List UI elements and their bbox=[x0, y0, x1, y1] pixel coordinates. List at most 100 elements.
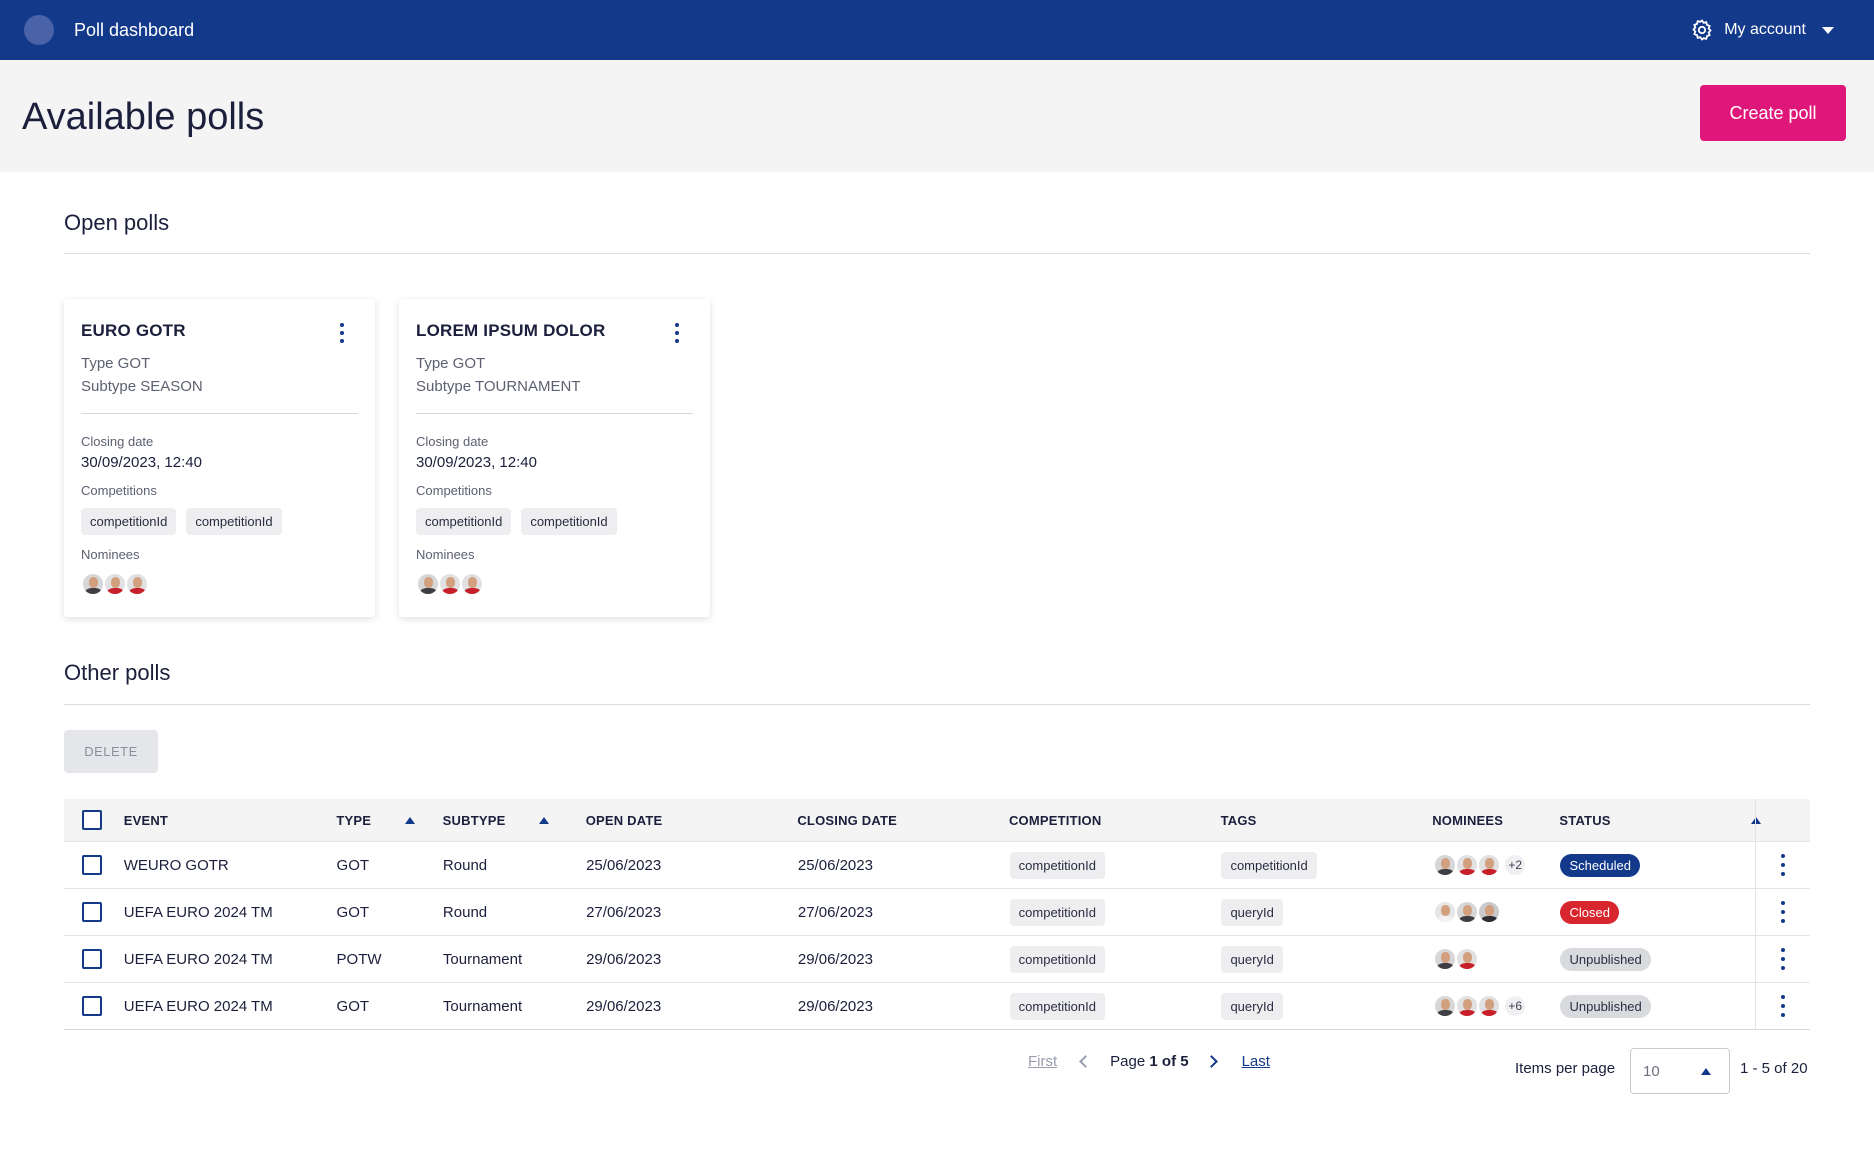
player-avatar-icon bbox=[1433, 900, 1458, 924]
more-options-icon[interactable] bbox=[1778, 901, 1788, 923]
other-polls-title: Other polls bbox=[64, 660, 171, 685]
column-header-subtype: SUBTYPE bbox=[442, 812, 506, 828]
row-checkbox[interactable] bbox=[82, 949, 102, 969]
page-title: Available polls bbox=[22, 96, 265, 138]
player-avatar-icon bbox=[1477, 853, 1502, 877]
poll-card[interactable]: LOREM IPSUM DOLOR Type GOT Subtype TOURN… bbox=[399, 299, 710, 617]
tag-chip: queryId bbox=[1221, 992, 1283, 1020]
table-row[interactable]: WEURO GOTR GOT Round 25/06/2023 25/06/20… bbox=[64, 841, 1810, 888]
tag-chip: competitionId bbox=[1221, 851, 1317, 879]
column-header-type: TYPE bbox=[336, 812, 372, 828]
competition-chip: competitionId bbox=[1009, 992, 1105, 1020]
row-subtype: Tournament bbox=[442, 950, 523, 968]
tag-chip: queryId bbox=[1221, 945, 1283, 973]
pagination: First Page 1 of 5 Last bbox=[1028, 1053, 1270, 1070]
competition-chip: competitionId bbox=[186, 508, 282, 535]
row-type: GOT bbox=[336, 997, 370, 1015]
table-row[interactable]: UEFA EURO 2024 TM POTW Tournament 29/06/… bbox=[64, 935, 1810, 982]
nominee-avatars: +2 bbox=[1433, 853, 1528, 877]
column-header-open-date: OPEN DATE bbox=[585, 812, 663, 828]
player-avatar-icon bbox=[1455, 947, 1480, 971]
competitions-label: Competitions bbox=[416, 483, 492, 498]
player-avatar-icon bbox=[438, 572, 462, 596]
poll-card-type: Type GOT bbox=[416, 355, 486, 372]
player-avatar-icon bbox=[416, 572, 440, 596]
row-checkbox[interactable] bbox=[82, 855, 102, 875]
row-closing-date: 29/06/2023 bbox=[797, 950, 873, 968]
row-checkbox[interactable] bbox=[82, 996, 102, 1016]
row-closing-date: 29/06/2023 bbox=[797, 997, 873, 1015]
last-page-link[interactable]: Last bbox=[1242, 1053, 1270, 1070]
table-row[interactable]: UEFA EURO 2024 TM GOT Round 27/06/2023 2… bbox=[64, 888, 1810, 935]
closing-date-value: 30/09/2023, 12:40 bbox=[416, 454, 537, 471]
competition-chip: competitionId bbox=[1009, 898, 1105, 926]
my-account-menu[interactable]: My account bbox=[1690, 0, 1834, 60]
chevron-left-icon[interactable] bbox=[1079, 1055, 1093, 1068]
more-options-icon[interactable] bbox=[672, 321, 682, 345]
chevron-up-icon bbox=[1701, 1068, 1711, 1075]
nominees-label: Nominees bbox=[81, 547, 140, 562]
chevron-down-icon bbox=[1822, 26, 1834, 34]
competition-chip: competitionId bbox=[81, 508, 177, 535]
competition-chip: competitionId bbox=[416, 508, 512, 535]
sort-ascending-icon[interactable] bbox=[405, 816, 416, 824]
nominees-more-count: +2 bbox=[1503, 853, 1528, 877]
results-range: 1 - 5 of 20 bbox=[1740, 1060, 1808, 1077]
row-closing-date: 25/06/2023 bbox=[797, 856, 873, 874]
card-divider bbox=[416, 413, 693, 414]
more-options-icon[interactable] bbox=[337, 321, 347, 345]
sort-ascending-icon[interactable] bbox=[539, 816, 550, 824]
select-all-checkbox[interactable] bbox=[82, 810, 102, 830]
more-options-icon[interactable] bbox=[1778, 948, 1788, 970]
row-open-date: 25/06/2023 bbox=[586, 856, 662, 874]
player-avatar-icon bbox=[1477, 994, 1502, 1018]
items-per-page-select[interactable]: 10 bbox=[1630, 1048, 1730, 1094]
nominee-avatars bbox=[416, 572, 693, 596]
table-row[interactable]: UEFA EURO 2024 TM GOT Tournament 29/06/2… bbox=[64, 982, 1810, 1029]
poll-card[interactable]: EURO GOTR Type GOT Subtype SEASON Closin… bbox=[64, 299, 375, 617]
page-current: 1 bbox=[1149, 1053, 1158, 1070]
page-prefix: Page bbox=[1110, 1053, 1146, 1070]
nominee-avatars bbox=[1433, 900, 1502, 924]
more-options-icon[interactable] bbox=[1778, 854, 1788, 876]
player-avatar-icon bbox=[1477, 900, 1502, 924]
player-avatar-icon bbox=[1433, 947, 1458, 971]
section-divider bbox=[64, 253, 1810, 254]
poll-card-subtype: Subtype SEASON bbox=[81, 378, 203, 395]
delete-button[interactable]: DELETE bbox=[64, 730, 158, 773]
competitions-label: Competitions bbox=[81, 483, 157, 498]
column-header-nominees: NOMINEES bbox=[1432, 812, 1504, 828]
create-poll-button[interactable]: Create poll bbox=[1700, 85, 1846, 141]
my-account-label: My account bbox=[1724, 21, 1806, 38]
table-header: EVENT TYPE SUBTYPE OPEN DATE CLOSING DAT… bbox=[64, 799, 1810, 841]
top-navigation-bar: Poll dashboard My account bbox=[0, 0, 1874, 60]
row-event: UEFA EURO 2024 TM bbox=[123, 950, 273, 968]
items-per-page-value: 10 bbox=[1643, 1062, 1660, 1080]
nominees-more-count: +6 bbox=[1503, 994, 1528, 1018]
row-type: POTW bbox=[336, 950, 382, 968]
status-badge: Unpublished bbox=[1560, 947, 1651, 971]
row-checkbox[interactable] bbox=[82, 902, 102, 922]
player-avatar-icon bbox=[460, 572, 484, 596]
app-logo-icon[interactable] bbox=[24, 15, 54, 45]
column-header-competition: COMPETITION bbox=[1008, 812, 1102, 828]
poll-card-type: Type GOT bbox=[81, 355, 151, 372]
page-of: of bbox=[1161, 1053, 1177, 1070]
row-closing-date: 27/06/2023 bbox=[797, 903, 873, 921]
row-type: GOT bbox=[336, 903, 370, 921]
chevron-right-icon[interactable] bbox=[1204, 1055, 1218, 1068]
competition-chip: competitionId bbox=[521, 508, 617, 535]
more-options-icon[interactable] bbox=[1778, 995, 1788, 1017]
closing-date-value: 30/09/2023, 12:40 bbox=[81, 454, 202, 471]
first-page-link[interactable]: First bbox=[1028, 1053, 1057, 1070]
player-avatar-icon bbox=[1433, 853, 1458, 877]
row-event: UEFA EURO 2024 TM bbox=[123, 997, 273, 1015]
nominees-label: Nominees bbox=[416, 547, 475, 562]
row-event: UEFA EURO 2024 TM bbox=[123, 903, 273, 921]
row-open-date: 27/06/2023 bbox=[586, 903, 662, 921]
nominee-avatars bbox=[1433, 947, 1480, 971]
polls-table: EVENT TYPE SUBTYPE OPEN DATE CLOSING DAT… bbox=[64, 799, 1810, 1030]
status-badge: Scheduled bbox=[1560, 853, 1640, 877]
open-polls-title: Open polls bbox=[64, 210, 170, 235]
player-avatar-icon bbox=[1455, 853, 1480, 877]
